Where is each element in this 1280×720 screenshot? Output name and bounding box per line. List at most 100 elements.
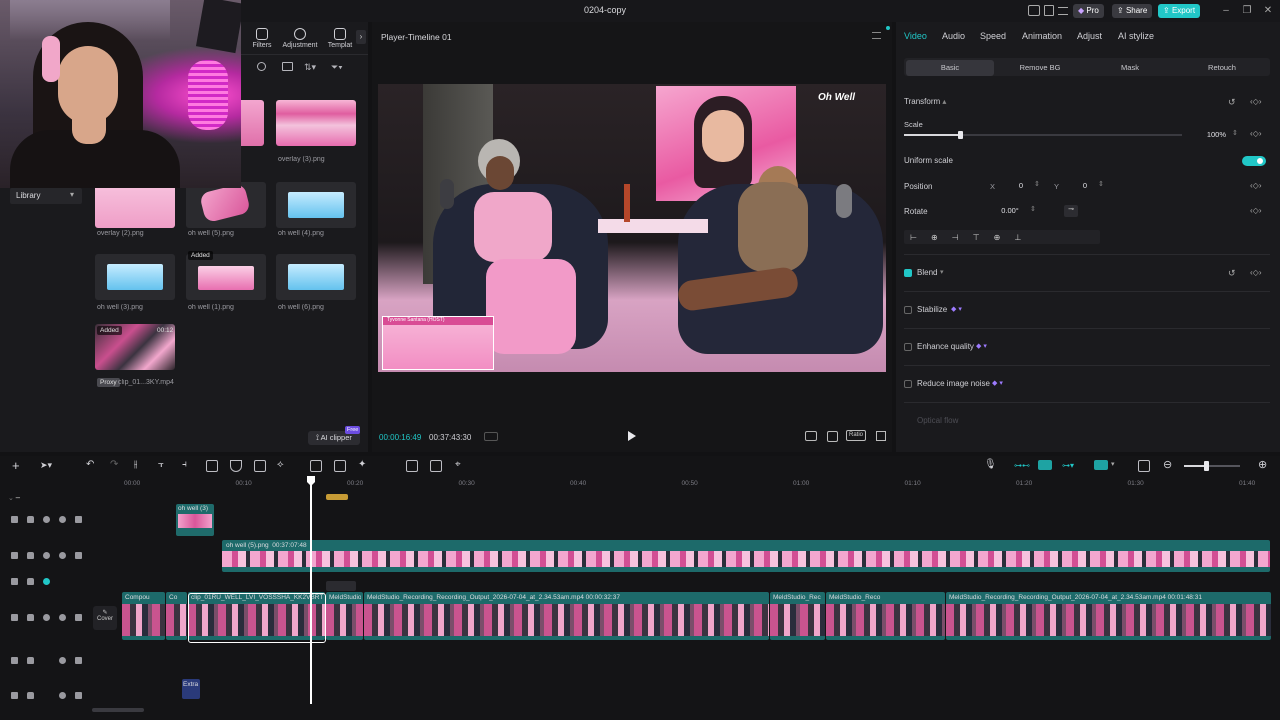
tab-speed[interactable]: Speed — [980, 31, 1006, 41]
play-icon[interactable] — [628, 431, 636, 441]
media-thumb-oh-well-1[interactable] — [186, 254, 266, 300]
video-preview[interactable]: Oh Well Tyvonne Santana (HOST) — [378, 84, 886, 372]
overlay-clip[interactable]: oh well (3) — [176, 504, 214, 536]
video-clip[interactable]: MeldStudio_Recording_Recording_Output_20… — [364, 592, 769, 640]
audio-clip[interactable]: Extra — [182, 679, 200, 699]
png-track-clip[interactable]: oh well (5).png 00:37:07:48 — [222, 540, 1270, 572]
transform-header[interactable]: Transform ▴ — [904, 97, 946, 106]
expand-icon[interactable] — [876, 431, 886, 441]
scale-value[interactable]: 100% — [1196, 129, 1226, 141]
layout-icon[interactable] — [1028, 5, 1040, 16]
media-thumb-oh-well-6[interactable] — [276, 254, 356, 300]
keyframe-icon[interactable]: ‹◇› — [1250, 206, 1261, 215]
more-icon[interactable] — [75, 657, 82, 664]
subtab-retouch[interactable]: Retouch — [1176, 60, 1268, 76]
more-icon[interactable] — [75, 516, 82, 523]
video-clip[interactable]: MeldStudio_ — [326, 592, 363, 640]
audio-icon[interactable] — [59, 614, 66, 621]
audio-icon[interactable] — [59, 692, 66, 699]
video-clip[interactable]: MeldStudio_Rec — [770, 592, 825, 640]
keyframe-icon[interactable]: ‹◇› — [1250, 181, 1261, 190]
timecode-icon[interactable] — [484, 432, 498, 441]
maximize-icon[interactable]: ❐ — [1241, 5, 1253, 17]
media-thumb-overlay-2[interactable] — [95, 182, 175, 228]
layout-icon[interactable] — [11, 614, 18, 621]
enhance-quality-checkbox[interactable] — [904, 343, 912, 351]
video-clip[interactable]: Compou — [122, 592, 165, 640]
search-icon[interactable] — [257, 62, 266, 71]
share-button[interactable]: ⇪ Share — [1112, 4, 1153, 18]
sidebar-item-library[interactable]: Library ▾ — [10, 188, 82, 204]
subtab-mask[interactable]: Mask — [1086, 60, 1174, 76]
eye-icon[interactable] — [43, 516, 50, 523]
effect-icon[interactable] — [11, 578, 18, 585]
close-icon[interactable]: ✕ — [1262, 5, 1274, 17]
lock-icon[interactable] — [27, 552, 34, 559]
media-thumb-oh-well-3[interactable] — [95, 254, 175, 300]
more-icon[interactable] — [75, 552, 82, 559]
stepper-icon[interactable]: ⇕ — [1098, 180, 1104, 188]
templates-button[interactable]: Templat — [320, 28, 360, 49]
cover-button[interactable]: ✎ Cover — [93, 606, 117, 630]
ghost-clip[interactable] — [326, 581, 356, 591]
marker-clip[interactable] — [326, 494, 348, 500]
keyframe-nav-icon[interactable]: ‹◇› — [1250, 268, 1261, 277]
subtab-remove-bg[interactable]: Remove BG — [996, 60, 1084, 76]
playhead-line[interactable] — [310, 484, 312, 704]
media-thumb-oh-well-5[interactable] — [186, 182, 266, 228]
timeline-ruler[interactable]: 00:00 00:10 00:20 00:30 00:40 00:50 01:00 01:10… — [0, 456, 1280, 490]
tab-ai-stylize[interactable]: AI stylize — [1118, 31, 1154, 41]
uniform-scale-toggle[interactable] — [1242, 156, 1266, 166]
rotate-dial-icon[interactable]: ⊸ — [1064, 205, 1078, 217]
adjustment-button[interactable]: Adjustment — [280, 28, 320, 49]
stepper-icon[interactable]: ⇕ — [1232, 129, 1238, 137]
menu-icon[interactable] — [1058, 7, 1068, 15]
more-icon[interactable] — [75, 692, 82, 699]
chevron-down-icon[interactable]: ▾ — [940, 268, 944, 276]
lock-icon[interactable] — [27, 657, 34, 664]
scale-slider-handle[interactable] — [957, 131, 963, 139]
keyframe-nav-icon[interactable]: ‹◇› — [1250, 97, 1261, 106]
layout-icon[interactable] — [11, 552, 18, 559]
player-menu-icon[interactable] — [872, 32, 881, 39]
lock-icon[interactable] — [27, 516, 34, 523]
layout-icon[interactable] — [11, 516, 18, 523]
shortcut-icon[interactable] — [1044, 5, 1054, 16]
audio-icon[interactable] — [59, 516, 66, 523]
tab-adjust[interactable]: Adjust — [1077, 31, 1102, 41]
eye-icon[interactable] — [43, 552, 50, 559]
audio-track-icon[interactable] — [11, 692, 18, 699]
media-thumb-oh-well-4[interactable] — [276, 182, 356, 228]
eye-icon[interactable] — [43, 614, 50, 621]
export-button[interactable]: ⇪ Export — [1158, 4, 1201, 18]
pro-button[interactable]: ◆ Pro — [1073, 4, 1104, 18]
rotate-input[interactable]: 0.00° — [992, 205, 1028, 217]
video-clip[interactable]: Co — [166, 592, 187, 640]
eye-icon[interactable] — [43, 578, 50, 585]
video-clip[interactable]: MeldStudio_Recording_Recording_Output_20… — [946, 592, 1271, 640]
reduce-noise-checkbox[interactable] — [904, 380, 912, 388]
lock-icon[interactable] — [27, 578, 34, 585]
selected-clip-outline[interactable] — [188, 593, 326, 643]
audio-track-icon[interactable] — [11, 657, 18, 664]
lock-icon[interactable] — [27, 692, 34, 699]
video-clip[interactable]: MeldStudio_Reco — [826, 592, 945, 640]
tab-audio[interactable]: Audio — [942, 31, 965, 41]
position-y-input[interactable]: 0 — [1070, 180, 1100, 192]
view-grid-icon[interactable] — [282, 62, 293, 71]
tab-video[interactable]: Video — [904, 31, 927, 41]
position-x-input[interactable]: 0 — [1006, 180, 1036, 192]
stepper-icon[interactable]: ⇕ — [1034, 180, 1040, 188]
subtab-basic[interactable]: Basic — [906, 60, 994, 76]
timeline-scrollbar[interactable] — [92, 708, 144, 712]
keyframe-icon[interactable]: ‹◇› — [1250, 129, 1261, 138]
audio-icon[interactable] — [59, 657, 66, 664]
minimize-icon[interactable]: – — [1220, 5, 1232, 17]
snapshot-icon[interactable] — [827, 431, 838, 442]
filter-icon[interactable]: ⏷▾ — [331, 62, 343, 73]
align-icons[interactable]: ⊢⊕⊣⊤⊕⊥ — [910, 233, 1035, 242]
stepper-icon[interactable]: ⇕ — [1030, 205, 1036, 213]
filters-button[interactable]: Filters — [242, 28, 282, 49]
fullscreen-quality-icon[interactable] — [805, 431, 817, 441]
stabilize-checkbox[interactable] — [904, 306, 912, 314]
